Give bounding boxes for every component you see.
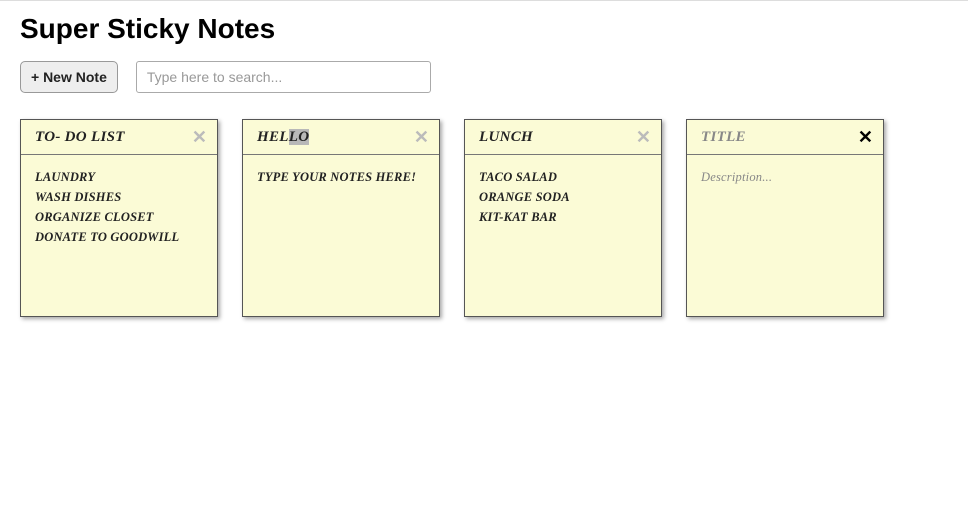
search-input[interactable] <box>136 61 431 93</box>
note-title-input[interactable]: Hello <box>257 129 412 146</box>
page-title: Super Sticky Notes <box>20 13 948 45</box>
note-header: ✕ <box>21 120 217 155</box>
note-header: ✕ <box>687 120 883 155</box>
note-body[interactable] <box>687 155 883 316</box>
close-icon[interactable]: ✕ <box>412 128 431 146</box>
notes-grid: ✕ Laundry Wash dishes Organize closet Do… <box>20 119 948 317</box>
close-icon[interactable]: ✕ <box>856 128 875 146</box>
note-header: ✕ <box>465 120 661 155</box>
note-card: ✕ <box>686 119 884 317</box>
note-title-input[interactable] <box>701 129 856 146</box>
note-title-input[interactable] <box>479 129 634 146</box>
note-body[interactable]: type your notes here! <box>243 155 439 316</box>
note-card: Hello ✕ type your notes here! <box>242 119 440 317</box>
note-body[interactable]: Taco salad orange soda Kit-Kat bar <box>465 155 661 316</box>
note-header: Hello ✕ <box>243 120 439 155</box>
note-card: ✕ Laundry Wash dishes Organize closet Do… <box>20 119 218 317</box>
note-title-input[interactable] <box>35 129 190 146</box>
toolbar: + New Note <box>20 61 948 93</box>
close-icon[interactable]: ✕ <box>190 128 209 146</box>
close-icon[interactable]: ✕ <box>634 128 653 146</box>
note-card: ✕ Taco salad orange soda Kit-Kat bar <box>464 119 662 317</box>
new-note-button[interactable]: + New Note <box>20 61 118 93</box>
note-body[interactable]: Laundry Wash dishes Organize closet Dona… <box>21 155 217 316</box>
